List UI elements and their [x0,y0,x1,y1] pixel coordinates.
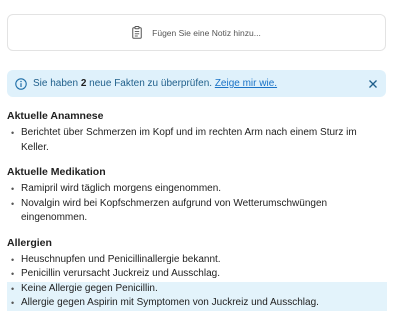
add-note-field[interactable]: Fügen Sie eine Notiz hinzu... [7,14,386,51]
section-title: Aktuelle Anamnese [7,110,104,122]
section-title: Aktuelle Medikation [7,166,106,178]
fact-item[interactable]: Novalgin wird bei Kopfschmerzen aufgrund… [7,197,387,226]
fact-list: Ramipril wird täglich morgens eingenomme… [7,182,387,226]
section-allergien: Allergien Heuschnupfen und Penicillinall… [7,236,387,311]
clipboard-icon [132,26,142,39]
facts-content: Aktuelle Anamnese Berichtet über Schmerz… [7,109,387,321]
fact-item[interactable]: Heuschnupfen und Penicillinallergie beka… [7,253,387,268]
info-icon [15,77,27,90]
note-placeholder: Fügen Sie eine Notiz hinzu... [152,27,261,38]
show-me-how-link[interactable]: Zeige mir wie. [215,78,277,89]
fact-item[interactable]: Ramipril wird täglich morgens eingenomme… [7,182,387,197]
fact-item[interactable]: Penicillin verursacht Juckreiz und Aussc… [7,267,387,282]
section-title: Allergien [7,236,52,249]
banner-message: Sie haben 2 neue Fakten zu überprüfen. Z… [33,78,368,89]
close-icon[interactable] [368,79,378,89]
fact-item[interactable]: Berichtet über Schmerzen im Kopf und im … [7,126,387,155]
section-anamnese: Aktuelle Anamnese Berichtet über Schmerz… [7,109,387,155]
review-facts-banner: Sie haben 2 neue Fakten zu überprüfen. Z… [7,70,386,97]
fact-list: Heuschnupfen und Penicillinallergie beka… [7,253,387,311]
fact-list: Berichtet über Schmerzen im Kopf und im … [7,126,387,155]
fact-item-new[interactable]: Allergie gegen Aspirin mit Symptomen von… [7,296,387,311]
section-medikation: Aktuelle Medikation Ramipril wird täglic… [7,165,387,226]
banner-suffix: neue Fakten zu überprüfen. [86,78,215,89]
banner-prefix: Sie haben [33,78,81,89]
fact-item-new[interactable]: Keine Allergie gegen Penicillin. [7,281,387,296]
